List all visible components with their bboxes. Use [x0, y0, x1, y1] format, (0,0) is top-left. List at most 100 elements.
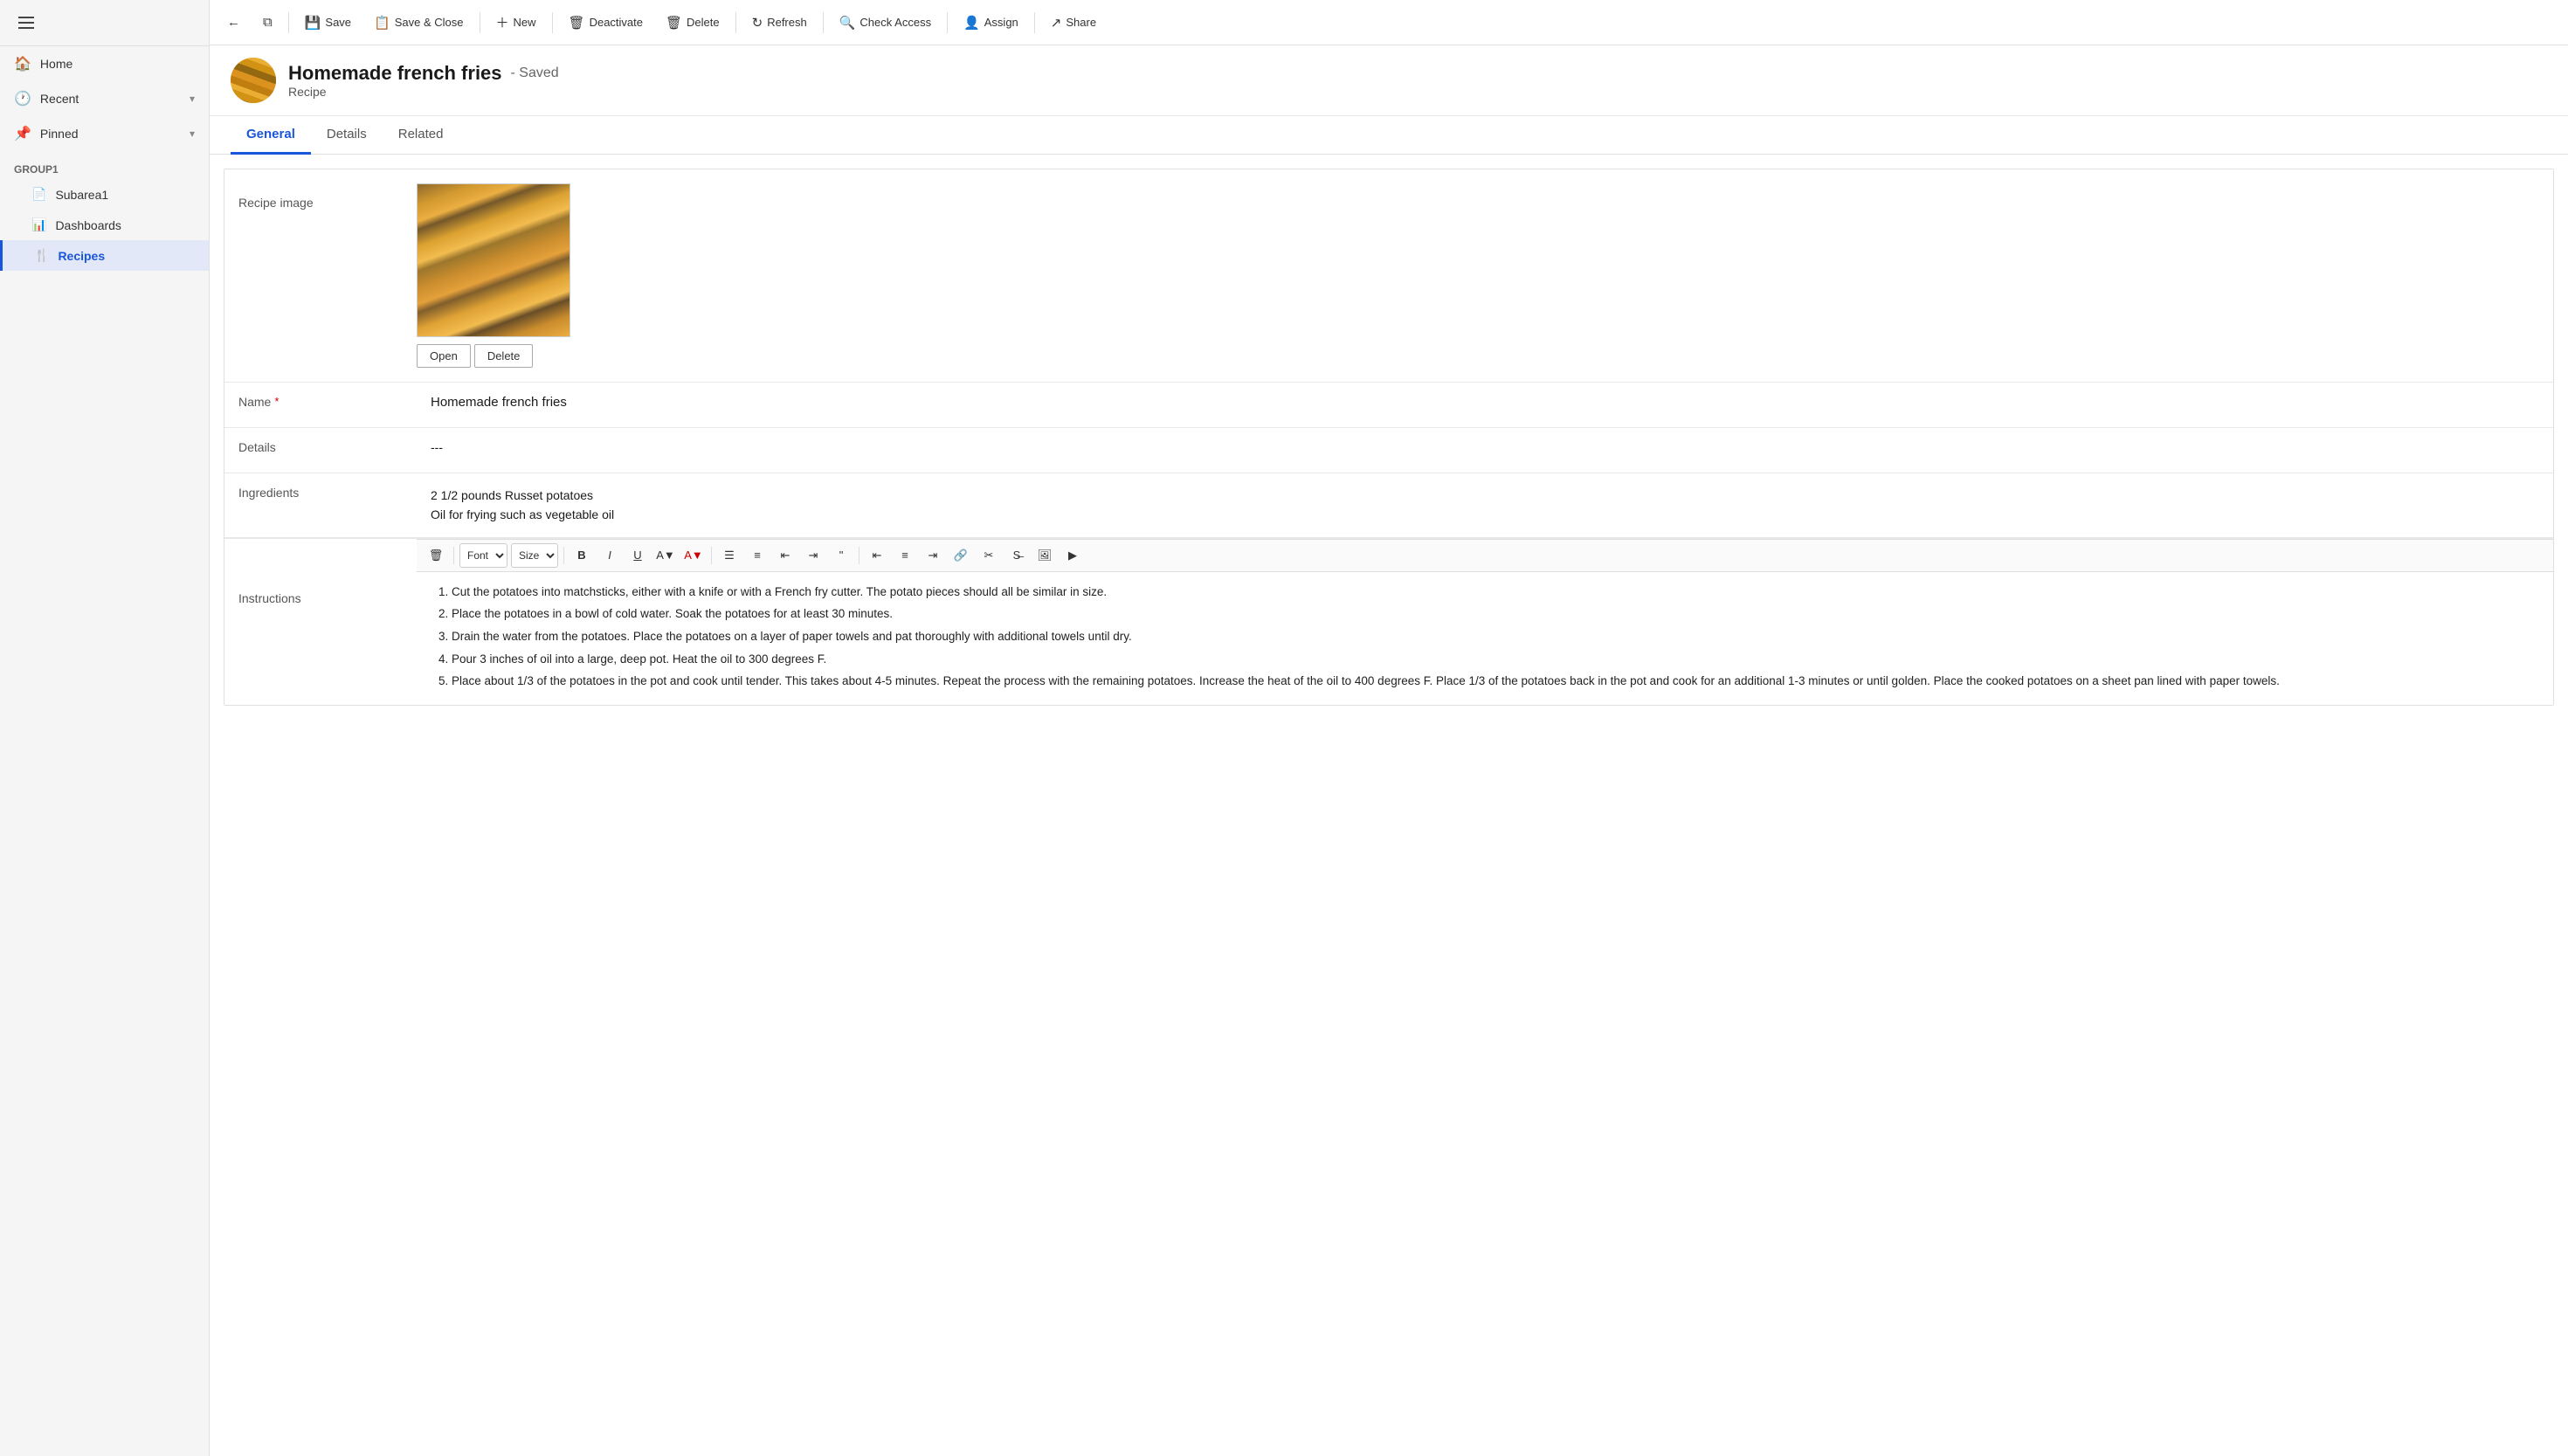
more-button[interactable]: ▶ [1060, 543, 1085, 568]
italic-button[interactable]: I [597, 543, 622, 568]
ingredients-line1: 2 1/2 pounds Russet potatoes [431, 486, 2539, 505]
align-right-button[interactable]: ⇥ [921, 543, 945, 568]
save-close-button[interactable]: 📋 Save & Close [363, 10, 473, 36]
deactivate-icon: 🗑 [569, 15, 585, 31]
record-title-block: Homemade french fries - Saved Recipe [288, 62, 559, 99]
bullet-list-button[interactable]: ☰ [717, 543, 742, 568]
instruction-step-3: Drain the water from the potatoes. Place… [452, 627, 2539, 646]
rte-eraser-button[interactable]: 🗑 [424, 543, 448, 568]
sidebar-group-label: Group1 [0, 151, 209, 179]
ingredients-line2: Oil for frying such as vegetable oil [431, 505, 2539, 524]
highlight-button[interactable]: A▼ [653, 543, 678, 568]
rte-toolbar: 🗑 Font Size B I U A▼ A▼ [417, 539, 2553, 572]
sidebar-item-home[interactable]: 🏠 Home [0, 46, 209, 81]
record-header: Homemade french fries - Saved Recipe [210, 45, 2568, 116]
back-button[interactable]: ← [217, 10, 251, 35]
new-label: New [514, 16, 536, 29]
sidebar-item-home-label: Home [40, 57, 72, 71]
open-in-new-button[interactable]: ⧉ [252, 10, 283, 35]
font-select[interactable]: Font [459, 543, 507, 568]
chevron-down-icon: ▾ [190, 93, 195, 105]
size-select[interactable]: Size [511, 543, 558, 568]
toolbar-separator-7 [1034, 12, 1035, 33]
share-button[interactable]: ↗ Share [1040, 10, 1107, 36]
sidebar-item-recipes[interactable]: 🍴 Recipes [0, 240, 209, 271]
sidebar-item-subarea1-label: Subarea1 [55, 188, 108, 202]
name-label: Name * [224, 383, 417, 421]
rte-separator-1 [453, 547, 454, 564]
image-open-button[interactable]: Open [417, 344, 471, 368]
quote-button[interactable]: " [829, 543, 853, 568]
toolbar: ← ⧉ 💾 Save 📋 Save & Close ＋ New 🗑 Deacti… [210, 0, 2568, 45]
fries-image [418, 184, 570, 336]
save-icon: 💾 [305, 15, 321, 31]
instruction-step-1: Cut the potatoes into matchsticks, eithe… [452, 583, 2539, 602]
sidebar-item-recipes-label: Recipes [58, 249, 105, 263]
bold-button[interactable]: B [570, 543, 594, 568]
recipes-icon: 🍴 [34, 248, 49, 263]
ingredients-label: Ingredients [224, 473, 417, 512]
check-access-button[interactable]: 🔍 Check Access [829, 10, 942, 36]
save-close-label: Save & Close [395, 16, 464, 29]
tab-details[interactable]: Details [311, 116, 383, 155]
sidebar-item-pinned[interactable]: 📌 Pinned ▾ [0, 116, 209, 151]
sidebar-item-dashboards[interactable]: 📊 Dashboards [0, 210, 209, 240]
image-content: Open Delete [417, 183, 570, 368]
delete-label: Delete [687, 16, 720, 29]
deactivate-label: Deactivate [590, 16, 643, 29]
image-row: Recipe image Open Delete [224, 169, 2553, 383]
tab-related[interactable]: Related [383, 116, 459, 155]
assign-button[interactable]: 👤 Assign [953, 10, 1029, 36]
avatar-image [231, 58, 276, 103]
font-color-button[interactable]: A▼ [681, 543, 706, 568]
sidebar-header [0, 0, 209, 46]
image-label: Recipe image [224, 183, 417, 222]
details-value[interactable]: --- [417, 428, 2553, 466]
check-access-icon: 🔍 [839, 15, 856, 31]
refresh-button[interactable]: ↻ Refresh [742, 10, 818, 36]
save-button[interactable]: 💾 Save [294, 10, 362, 36]
strikethrough-button[interactable]: S̶ [1004, 543, 1029, 568]
deactivate-button[interactable]: 🗑 Deactivate [558, 10, 653, 36]
rte-separator-2 [563, 547, 564, 564]
instructions-label: Instructions [224, 539, 417, 618]
numbered-list-button[interactable]: ≡ [745, 543, 770, 568]
toolbar-separator-4 [735, 12, 736, 33]
sidebar-item-recent[interactable]: 🕐 Recent ▾ [0, 81, 209, 116]
instruction-step-2: Place the potatoes in a bowl of cold wat… [452, 604, 2539, 624]
check-access-label: Check Access [859, 16, 931, 29]
tab-general[interactable]: General [231, 116, 311, 155]
underline-button[interactable]: U [625, 543, 650, 568]
unlink-button[interactable]: ✂ [977, 543, 1001, 568]
toolbar-separator-5 [823, 12, 824, 33]
instruction-step-5: Place about 1/3 of the potatoes in the p… [452, 672, 2539, 691]
hamburger-menu-icon[interactable] [14, 10, 38, 35]
sidebar-item-subarea1[interactable]: 📄 Subarea1 [0, 179, 209, 210]
record-name: Homemade french fries [288, 62, 502, 85]
new-icon: ＋ [496, 13, 509, 31]
indent-button[interactable]: ⇥ [801, 543, 825, 568]
align-center-button[interactable]: ≡ [893, 543, 917, 568]
align-left-button[interactable]: ⇤ [865, 543, 889, 568]
avatar [231, 58, 276, 103]
delete-button[interactable]: 🗑 Delete [655, 10, 730, 36]
link-button[interactable]: 🔗 [949, 543, 973, 568]
save-label: Save [325, 16, 351, 29]
assign-icon: 👤 [963, 15, 980, 31]
outdent-button[interactable]: ⇤ [773, 543, 797, 568]
name-value[interactable]: Homemade french fries [417, 383, 2553, 422]
share-label: Share [1066, 16, 1096, 29]
ingredients-value[interactable]: 2 1/2 pounds Russet potatoes Oil for fry… [417, 473, 2553, 537]
image-delete-button[interactable]: Delete [474, 344, 534, 368]
instructions-content: 🗑 Font Size B I U A▼ A▼ [417, 539, 2553, 705]
assign-label: Assign [984, 16, 1018, 29]
dashboards-icon: 📊 [31, 217, 46, 232]
instructions-text[interactable]: Cut the potatoes into matchsticks, eithe… [417, 572, 2553, 705]
new-button[interactable]: ＋ New [486, 8, 547, 37]
details-row: Details --- [224, 428, 2553, 473]
instructions-row: Instructions 🗑 Font Size B [224, 538, 2553, 705]
sidebar-item-recent-label: Recent [40, 92, 79, 106]
instruction-step-4: Pour 3 inches of oil into a large, deep … [452, 650, 2539, 669]
save-close-icon: 📋 [374, 15, 390, 31]
image-button[interactable]: 🖼 [1032, 543, 1057, 568]
